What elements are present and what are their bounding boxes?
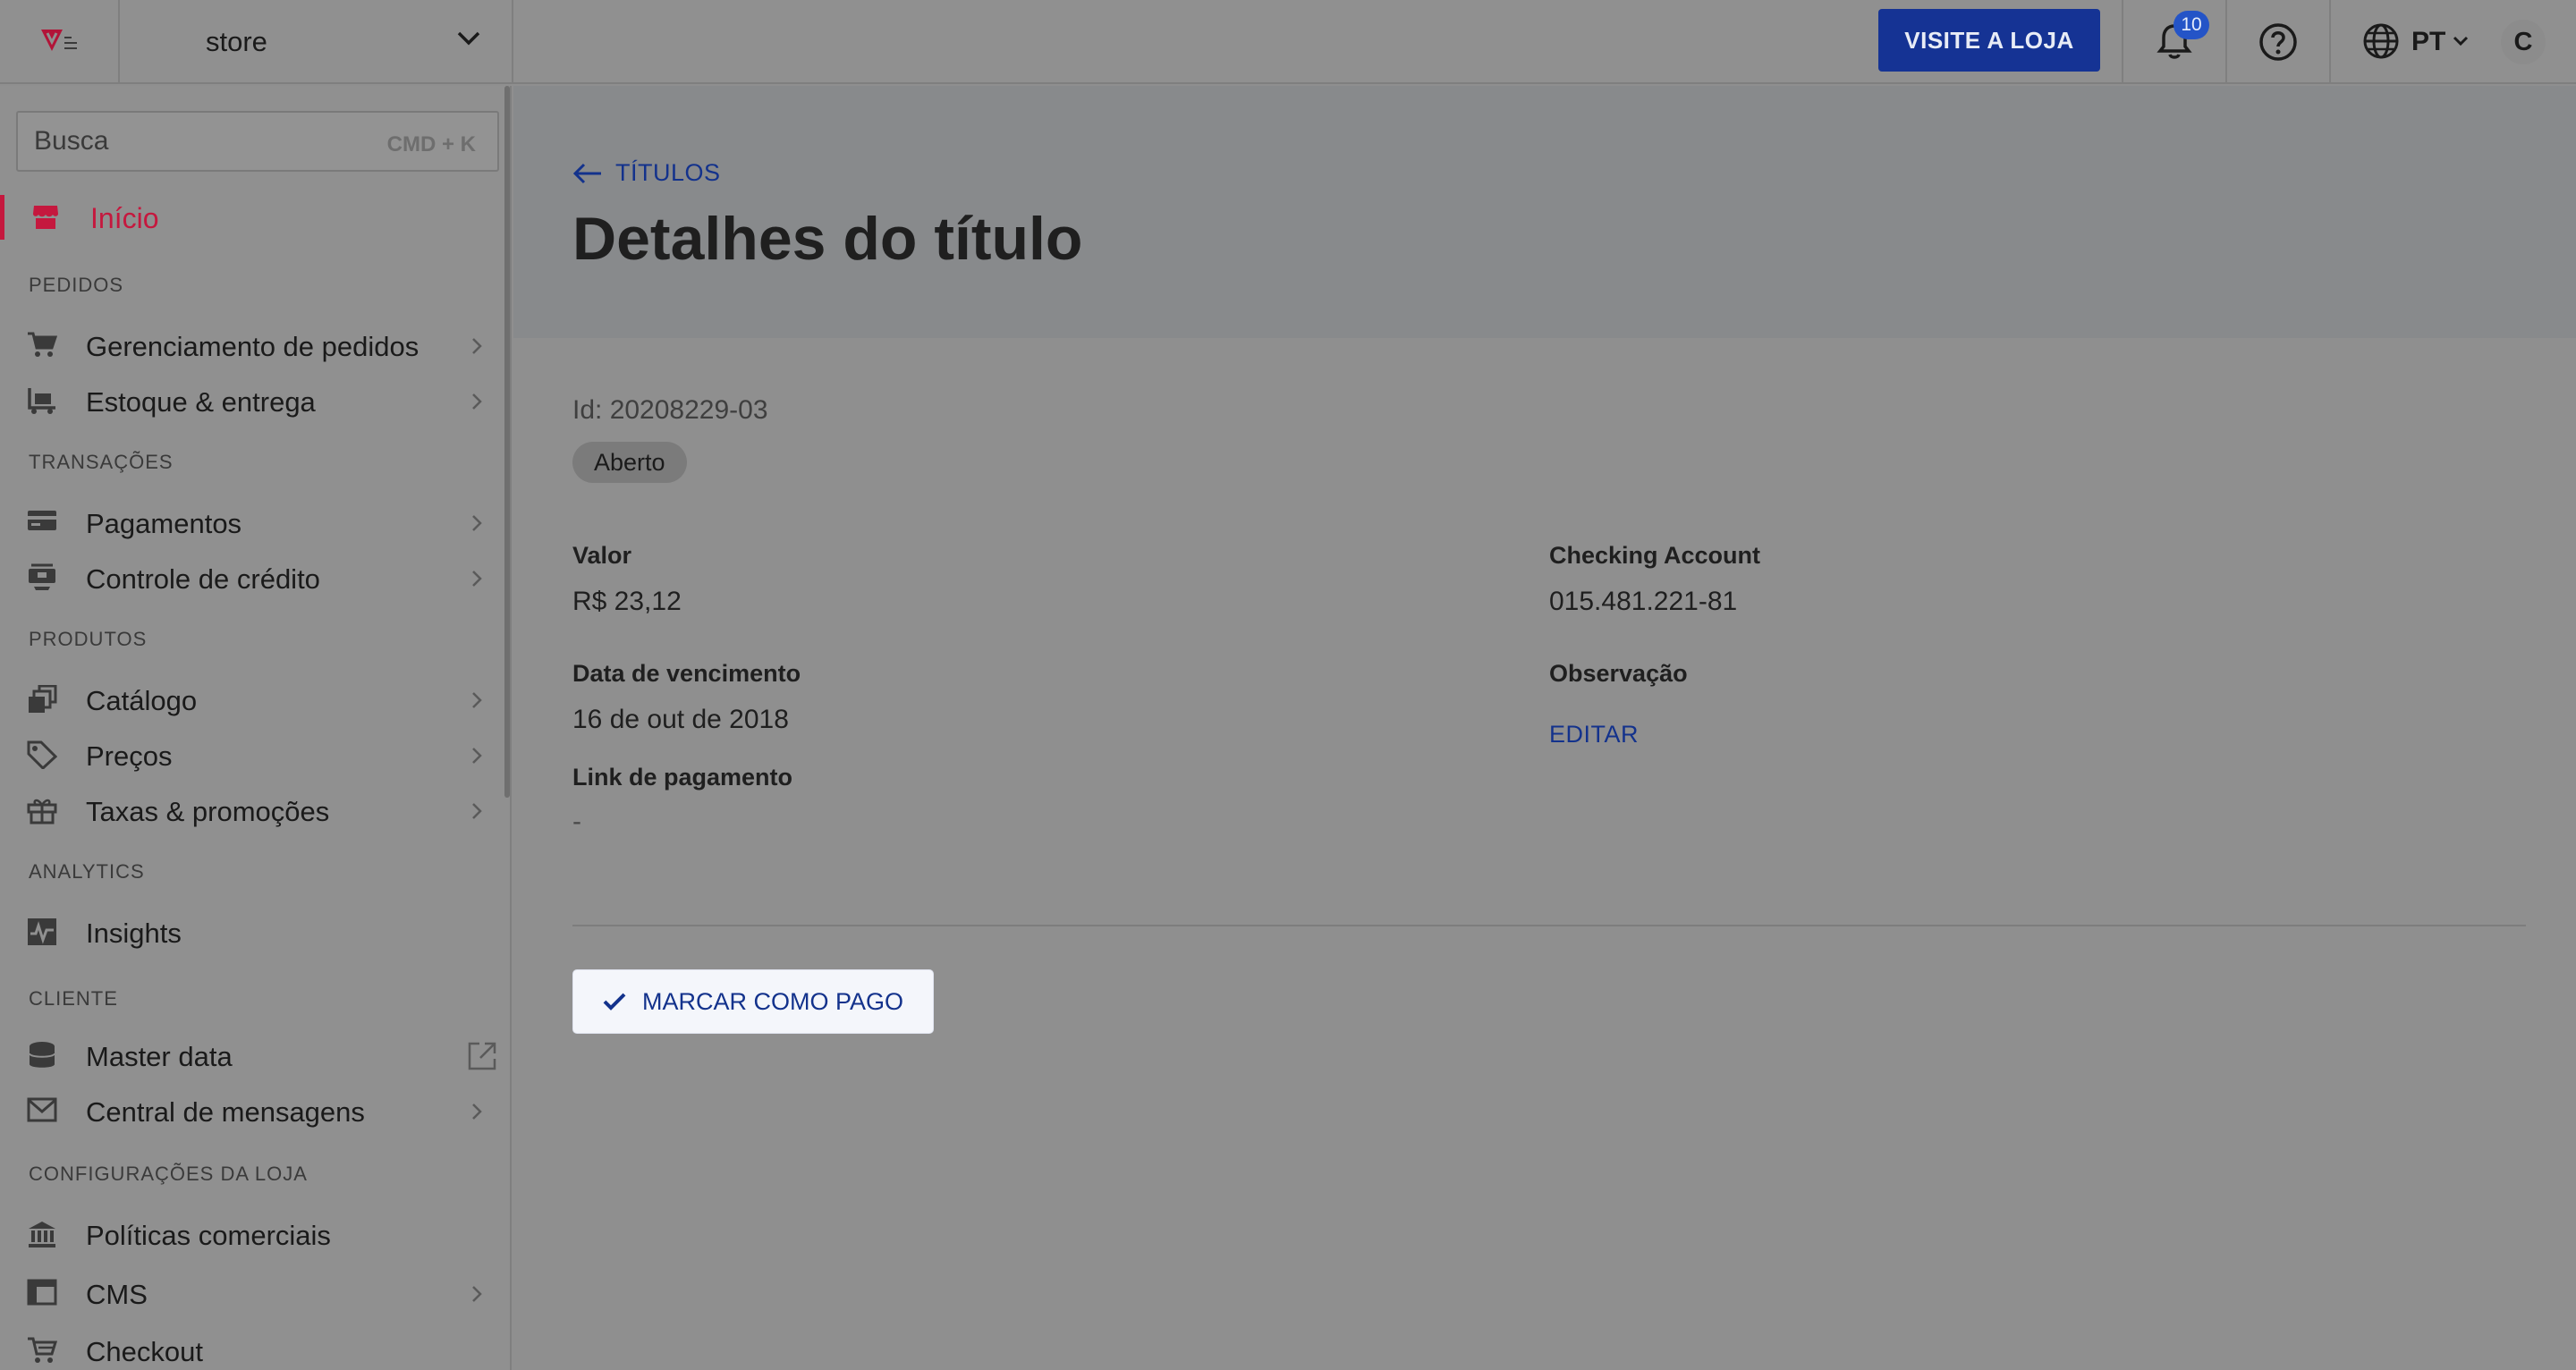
- section-analytics: ANALYTICS: [29, 860, 145, 883]
- sidebar-item-label: Estoque & entrega: [86, 386, 316, 418]
- checking-account-label: Checking Account: [1549, 542, 1761, 569]
- chevron-down-icon: [457, 31, 480, 46]
- credit-control-icon: [29, 563, 55, 590]
- vtex-logo-icon: [41, 30, 77, 51]
- valor-label: Valor: [572, 542, 632, 569]
- breadcrumb-back-link[interactable]: TÍTULOS: [572, 159, 721, 187]
- sidebar-item-prices[interactable]: Preços: [0, 733, 506, 778]
- mark-as-paid-label: MARCAR COMO PAGO: [641, 987, 904, 1015]
- sidebar-item-policies[interactable]: Políticas comerciais: [0, 1213, 506, 1257]
- inventory-icon: [28, 388, 55, 414]
- sidebar-item-promotions[interactable]: Taxas & promoções: [0, 789, 506, 833]
- section-cliente: CLIENTE: [29, 987, 118, 1010]
- credit-card-icon: [28, 511, 56, 530]
- sidebar-item-label: Taxas & promoções: [86, 796, 330, 827]
- vtex-logo[interactable]: [0, 0, 120, 84]
- arrow-left-icon: [572, 163, 601, 183]
- database-icon: [29, 1042, 55, 1068]
- help-icon[interactable]: [2258, 21, 2299, 63]
- chevron-right-icon: [472, 803, 482, 819]
- sidebar-item-messages[interactable]: Central de mensagens: [0, 1089, 506, 1134]
- language-selector[interactable]: PT: [2411, 27, 2445, 57]
- sidebar-item-insights[interactable]: Insights: [0, 910, 506, 955]
- chevron-right-icon: [472, 515, 482, 531]
- visit-store-button[interactable]: VISITE A LOJA: [1878, 9, 2100, 72]
- checking-account-value: 015.481.221-81: [1549, 587, 1738, 616]
- chevron-right-icon: [472, 1104, 482, 1120]
- section-divider: [572, 925, 2526, 926]
- chevron-right-icon: [472, 338, 482, 354]
- edit-observation-link[interactable]: EDITAR: [1549, 721, 1639, 748]
- mail-icon: [27, 1097, 57, 1122]
- sidebar-item-label: CMS: [86, 1279, 148, 1310]
- sidebar-item-label: Gerenciamento de pedidos: [86, 331, 419, 362]
- sidebar-item-cms[interactable]: CMS: [0, 1272, 506, 1316]
- user-avatar[interactable]: C: [2501, 20, 2546, 64]
- sidebar-item-label: Início: [90, 202, 159, 234]
- sidebar-item-orders[interactable]: Gerenciamento de pedidos: [0, 324, 506, 368]
- sidebar-item-label: Catálogo: [86, 685, 198, 716]
- sidebar-item-label: Master data: [86, 1041, 233, 1072]
- status-badge: Aberto: [572, 442, 687, 483]
- section-transacoes: TRANSAÇÕES: [29, 451, 174, 473]
- sidebar-item-masterdata[interactable]: Master data: [0, 1034, 506, 1078]
- chevron-right-icon: [472, 692, 482, 708]
- globe-icon[interactable]: [2361, 21, 2401, 61]
- checkout-cart-icon: [28, 1337, 57, 1363]
- layout-icon: [27, 1279, 57, 1306]
- sidebar-item-label: Preços: [86, 740, 173, 772]
- payment-link-value: -: [572, 807, 581, 836]
- sidebar-item-credit[interactable]: Controle de crédito: [0, 556, 506, 601]
- chevron-right-icon: [472, 1286, 482, 1302]
- store-name: store: [206, 26, 267, 57]
- insights-icon: [28, 918, 56, 945]
- valor-value: R$ 23,12: [572, 587, 682, 616]
- chevron-down-icon: [2453, 36, 2469, 47]
- sidebar-item-catalog[interactable]: Catálogo: [0, 678, 506, 723]
- section-produtos: PRODUTOS: [29, 628, 148, 650]
- sidebar-item-label: Central de mensagens: [86, 1096, 365, 1128]
- title-id: Id: 20208229-03: [572, 395, 768, 425]
- topbar-divider: [2329, 0, 2331, 84]
- store-selector[interactable]: store: [122, 0, 513, 84]
- sidebar-item-home[interactable]: Início: [0, 195, 506, 240]
- topbar-divider: [2225, 0, 2227, 84]
- sidebar-item-label: Insights: [86, 918, 182, 949]
- sidebar-item-checkout[interactable]: Checkout: [0, 1329, 506, 1370]
- due-date-label: Data de vencimento: [572, 660, 801, 687]
- section-configuracoes: CONFIGURAÇÕES DA LOJA: [29, 1163, 308, 1185]
- check-icon: [603, 993, 626, 1011]
- chevron-right-icon: [472, 393, 482, 410]
- bank-icon: [29, 1222, 55, 1247]
- observation-label: Observação: [1549, 660, 1688, 687]
- external-link-icon: [468, 1042, 496, 1070]
- notification-badge: 10: [2174, 11, 2209, 39]
- section-pedidos: PEDIDOS: [29, 274, 124, 296]
- sidebar: CMD + K Início PEDIDOS Gerenciamento de …: [0, 86, 512, 1370]
- page-title: Detalhes do título: [572, 205, 1083, 273]
- payment-link-label: Link de pagamento: [572, 764, 793, 791]
- due-date-value: 16 de out de 2018: [572, 705, 789, 734]
- sidebar-item-inventory[interactable]: Estoque & entrega: [0, 379, 506, 424]
- chevron-right-icon: [472, 571, 482, 587]
- sidebar-item-payments[interactable]: Pagamentos: [0, 501, 506, 545]
- sidebar-item-label: Políticas comerciais: [86, 1220, 331, 1251]
- price-tag-icon: [27, 740, 57, 769]
- sidebar-item-label: Checkout: [86, 1336, 203, 1367]
- topbar-divider: [2122, 0, 2123, 84]
- sidebar-item-label: Pagamentos: [86, 508, 242, 539]
- breadcrumb-label: TÍTULOS: [615, 159, 721, 186]
- store-icon: [33, 206, 58, 229]
- gift-icon: [27, 799, 57, 825]
- sidebar-search: CMD + K: [16, 111, 499, 172]
- sidebar-item-label: Controle de crédito: [86, 563, 320, 595]
- catalog-icon: [29, 685, 57, 713]
- chevron-right-icon: [472, 748, 482, 764]
- top-bar: store VISITE A LOJA 10 PT C: [0, 0, 2576, 84]
- mark-as-paid-button[interactable]: MARCAR COMO PAGO: [572, 969, 934, 1034]
- search-shortcut: CMD + K: [386, 132, 476, 156]
- cart-icon: [28, 332, 57, 357]
